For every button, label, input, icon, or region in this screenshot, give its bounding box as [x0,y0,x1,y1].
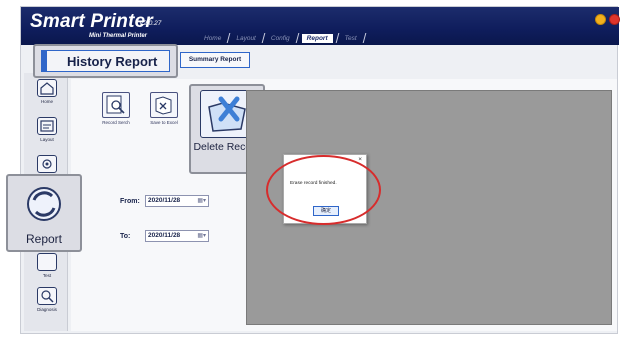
sidebar-item-label: Layout [40,137,54,142]
from-date-value: 2020/11/28 [148,197,181,204]
diagnosis-icon [37,287,57,305]
title-bar: Smart Printer V2.0.27 Mini Thermal Print… [21,7,620,45]
sidebar-item-label: Diagnosis [37,307,57,312]
to-label: To: [120,233,131,240]
save-to-excel-label: Save to Excel [150,120,178,125]
report-icon [18,181,70,227]
menu-test[interactable]: Test [342,35,360,42]
menu-separator [295,33,300,43]
tab-history-report-label: History Report [41,50,170,72]
message-dialog: × Erase record finished. 确定 [283,154,367,224]
sidebar-item-label: Home [40,99,53,104]
from-label: From: [120,198,140,205]
menu-separator [227,33,231,43]
search-icon [103,95,129,121]
dialog-close-icon[interactable]: × [358,156,362,163]
app-subtitle: Mini Thermal Printer [89,33,148,39]
close-window-button[interactable] [609,14,620,25]
dialog-message: Erase record finished. [290,181,337,186]
sidebar-item-test[interactable]: Test [28,253,66,283]
save-to-excel-button[interactable] [150,92,178,118]
tab-summary-report[interactable]: Summary Report [180,52,250,68]
dialog-ok-button[interactable]: 确定 [313,206,339,216]
app-brand: Smart Printer [30,11,153,32]
menu-separator [335,33,339,43]
to-date-field[interactable]: 2020/11/28 ▦▾ [145,230,209,242]
gear-icon [37,155,57,173]
record-search-button[interactable] [102,92,130,118]
sidebar-item-label: Test [42,273,52,278]
calendar-icon[interactable]: ▦▾ [197,232,206,239]
from-date-field[interactable]: 2020/11/28 ▦▾ [145,195,209,207]
home-icon [37,79,57,97]
app-version: V2.0.27 [139,20,162,27]
sidebar-item-diagnosis[interactable]: Diagnosis [28,287,66,317]
excel-icon [151,96,177,121]
to-date-value: 2020/11/28 [148,232,181,239]
sidebar-item-home[interactable]: Home [28,79,66,109]
record-search-label: Record Serch [102,120,130,125]
tab-history-report[interactable]: History Report [33,44,178,78]
menu-separator [261,33,266,43]
menu-report[interactable]: Report [301,33,333,43]
top-menu: Home Layout Config Report Test [201,31,367,45]
test-icon [37,253,57,271]
menu-separator [362,33,367,43]
menu-home[interactable]: Home [201,35,224,42]
report-callout-label: Report [25,232,63,246]
sidebar-item-report[interactable]: Report [6,174,82,252]
menu-layout[interactable]: Layout [233,35,259,42]
calendar-icon[interactable]: ▦▾ [197,197,206,204]
minimize-button[interactable] [595,14,606,25]
layout-icon [37,117,57,135]
sidebar-item-layout[interactable]: Layout [28,117,66,147]
menu-config[interactable]: Config [268,35,293,42]
